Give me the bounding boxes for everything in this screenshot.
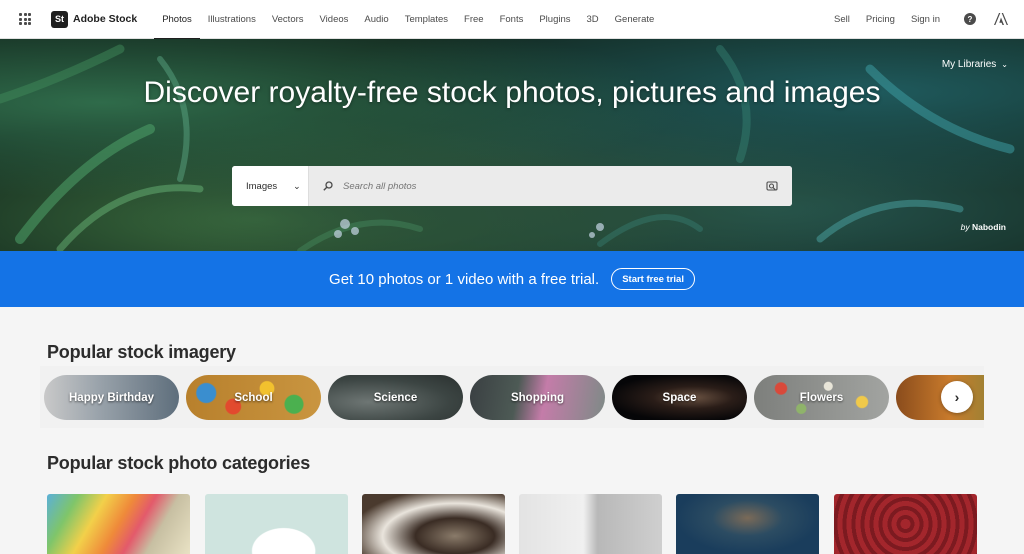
category-tile[interactable] bbox=[362, 494, 505, 554]
category-tile[interactable] bbox=[519, 494, 662, 554]
sign-in-link[interactable]: Sign in bbox=[903, 0, 948, 39]
popular-imagery-carousel: Happy Birthday School Science Shopping S… bbox=[40, 366, 984, 428]
category-tile[interactable] bbox=[205, 494, 348, 554]
chevron-down-icon: ⌄ bbox=[1001, 60, 1008, 69]
search-type-value: Images bbox=[246, 180, 278, 192]
pricing-link[interactable]: Pricing bbox=[858, 0, 903, 39]
chevron-right-icon[interactable]: › bbox=[941, 381, 973, 413]
nav-link-templates[interactable]: Templates bbox=[397, 0, 456, 39]
nav-link-free[interactable]: Free bbox=[456, 0, 492, 39]
adobe-logo-icon[interactable] bbox=[994, 13, 1008, 25]
nav-link-photos[interactable]: Photos bbox=[154, 0, 200, 40]
adobe-stock-logo: St bbox=[51, 10, 68, 28]
category-tile[interactable] bbox=[676, 494, 819, 554]
popular-imagery-title: Popular stock imagery bbox=[47, 342, 236, 362]
nav-link-illustrations[interactable]: Illustrations bbox=[200, 0, 264, 39]
pill-happy-birthday[interactable]: Happy Birthday bbox=[44, 375, 179, 420]
chevron-down-icon: ⌄ bbox=[293, 180, 301, 191]
nav-right: Sell Pricing Sign in ? bbox=[826, 0, 1024, 39]
pill-space[interactable]: Space bbox=[612, 375, 747, 420]
search-bar: Images ⌄ bbox=[232, 166, 792, 206]
nav-link-3d[interactable]: 3D bbox=[579, 0, 607, 39]
free-trial-text: Get 10 photos or 1 video with a free tri… bbox=[329, 270, 600, 288]
page-title: Discover royalty-free stock photos, pict… bbox=[143, 76, 881, 109]
nav-link-videos[interactable]: Videos bbox=[312, 0, 357, 39]
photo-credit-by: by bbox=[960, 222, 970, 232]
hero-background-image bbox=[0, 44, 1015, 251]
photo-credit-name[interactable]: Nabodin bbox=[972, 222, 1006, 232]
pill-flowers[interactable]: Flowers bbox=[754, 375, 889, 420]
my-libraries-label: My Libraries bbox=[941, 59, 997, 70]
nav-link-generate[interactable]: Generate bbox=[607, 0, 663, 39]
brand[interactable]: St Adobe Stock bbox=[51, 10, 138, 28]
nav-link-fonts[interactable]: Fonts bbox=[492, 0, 532, 39]
my-libraries-dropdown[interactable]: My Libraries ⌄ bbox=[942, 59, 1008, 70]
hero-banner: My Libraries ⌄ Discover royalty-free sto… bbox=[0, 39, 1024, 251]
top-navigation: St Adobe Stock Photos Illustrations Vect… bbox=[0, 0, 1024, 40]
category-tile[interactable] bbox=[834, 494, 977, 554]
pill-science[interactable]: Science bbox=[328, 375, 463, 420]
popular-categories-title: Popular stock photo categories bbox=[47, 453, 311, 473]
free-trial-banner: Get 10 photos or 1 video with a free tri… bbox=[0, 251, 1024, 307]
nav-link-vectors[interactable]: Vectors bbox=[264, 0, 312, 39]
photo-credit: by Nabodin bbox=[961, 222, 1006, 232]
search-field bbox=[309, 166, 792, 206]
visual-search-icon[interactable] bbox=[766, 180, 778, 192]
apps-grid-icon[interactable] bbox=[19, 13, 31, 25]
search-icon bbox=[323, 181, 333, 191]
nav-link-audio[interactable]: Audio bbox=[356, 0, 396, 39]
pill-shopping[interactable]: Shopping bbox=[470, 375, 605, 420]
sell-link[interactable]: Sell bbox=[826, 0, 858, 39]
nav-link-plugins[interactable]: Plugins bbox=[531, 0, 578, 39]
category-tile[interactable] bbox=[47, 494, 190, 554]
nav-links: Photos Illustrations Vectors Videos Audi… bbox=[154, 0, 663, 40]
start-free-trial-button[interactable]: Start free trial bbox=[611, 268, 695, 290]
help-icon[interactable]: ? bbox=[964, 13, 976, 25]
search-type-select[interactable]: Images ⌄ bbox=[232, 166, 309, 206]
pill-school[interactable]: School bbox=[186, 375, 321, 420]
search-input[interactable] bbox=[343, 180, 743, 192]
brand-name: Adobe Stock bbox=[73, 13, 138, 25]
